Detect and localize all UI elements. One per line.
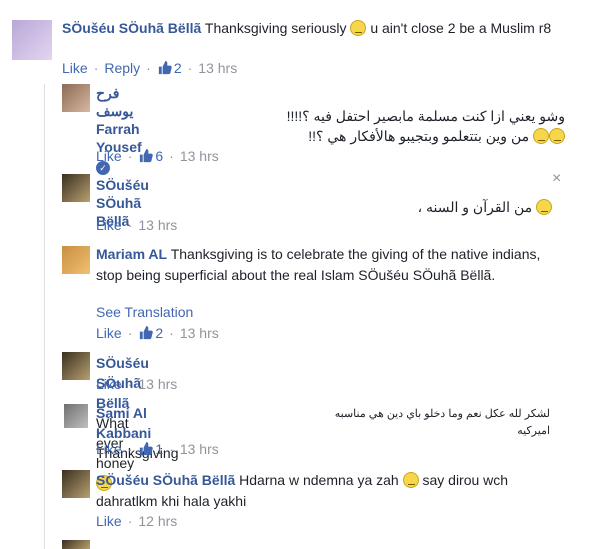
thumbs-up-icon (140, 325, 154, 340)
comment-text: Hdarna w ndemna ya zah (239, 472, 399, 488)
comment-meta: Like · 13 hrs (96, 217, 178, 233)
like-count[interactable]: 1 (155, 441, 163, 457)
avatar[interactable] (62, 246, 90, 274)
comment-text: وشو يعني ازا كنت مسلمة مابصير احتفل فيه … (240, 106, 565, 146)
comment-meta: Like · 6 · 13 hrs (96, 148, 219, 164)
timestamp[interactable]: 13 hrs (138, 217, 177, 233)
comment-text: Thanksgiving seriously (204, 20, 347, 36)
comment-body: SÖušéu SÖuhã Bëllã Hdarna w ndemna ya za… (96, 470, 566, 512)
flushed-emoji-icon (533, 128, 549, 144)
avatar[interactable] (12, 20, 52, 60)
timestamp[interactable]: 13 hrs (180, 441, 219, 457)
comment-author-arabic[interactable]: فرح يوسف (96, 85, 133, 119)
comment-text-arabic: لشكر لله عكل نعم وما دخلو باي دين هي منا… (334, 408, 550, 437)
timestamp[interactable]: 13 hrs (180, 148, 219, 164)
comment-body: SÖušéu SÖuhã Bëllã Thanksgiving seriousl… (62, 18, 582, 38)
comment-author[interactable]: SÖušéu SÖuhã Bëllã (62, 20, 201, 36)
comment-meta: Like · 2 · 13 hrs (96, 325, 219, 341)
avatar[interactable] (62, 470, 90, 498)
thumbs-up-icon (140, 148, 154, 163)
comment-text-line2-row: من وين بتتعلمو وبتجيبو هالأفكار هي ؟!! (240, 126, 565, 146)
unamused-emoji-icon (402, 472, 419, 488)
avatar[interactable] (62, 174, 90, 202)
see-translation-row: See Translation (96, 304, 193, 320)
like-link[interactable]: Like (96, 148, 122, 164)
like-count[interactable]: 2 (155, 325, 163, 341)
avatar[interactable] (62, 540, 90, 549)
timestamp[interactable]: 13 hrs (198, 60, 237, 76)
comment-author[interactable]: Sami Al Kabbani (96, 405, 151, 441)
comment-meta: Like · 12 hrs (96, 513, 178, 529)
like-link[interactable]: Like (96, 217, 122, 233)
avatar[interactable] (62, 352, 90, 380)
timestamp[interactable]: 13 hrs (180, 325, 219, 341)
comment-text-line2: من وين بتتعلمو وبتجيبو هالأفكار هي ؟!! (308, 128, 530, 144)
like-link[interactable]: Like (62, 60, 88, 76)
like-link[interactable]: Like (96, 513, 122, 529)
thumbs-up-icon (140, 441, 154, 456)
relieved-emoji-icon (549, 128, 565, 144)
comment-meta: Like · Reply · 2 · 13 hrs (62, 60, 238, 76)
comment-text: من القرآن و السنه ، (417, 199, 533, 215)
thumbs-up-icon (158, 60, 172, 75)
see-translation-link[interactable]: See Translation (96, 304, 193, 320)
close-icon[interactable]: × (552, 170, 561, 188)
comment-text-after: u ain't close 2 be a Muslim r8 (370, 20, 552, 36)
comment-meta: Like · 13 hrs (96, 376, 178, 392)
comment-meta: Like · 1 · 13 hrs (96, 441, 219, 457)
comment-text-line1: وشو يعني ازا كنت مسلمة مابصير احتفل فيه … (286, 108, 565, 124)
comment-body: Mariam AL Thanksgiving is to celebrate t… (96, 244, 566, 286)
unamused-emoji-icon (350, 20, 367, 36)
like-count[interactable]: 6 (155, 148, 163, 164)
like-count[interactable]: 2 (174, 60, 182, 76)
avatar[interactable] (64, 404, 88, 428)
comment-author[interactable]: Mariam AL (96, 246, 167, 262)
like-link[interactable]: Like (96, 325, 122, 341)
comment-author[interactable]: SÖušéu SÖuhã Bëllã (96, 472, 235, 488)
like-link[interactable]: Like (96, 376, 122, 392)
avatar[interactable] (62, 84, 90, 112)
like-link[interactable]: Like (96, 441, 122, 457)
smile-emoji-icon (536, 199, 552, 215)
reply-link[interactable]: Reply (104, 60, 140, 76)
thread-line (44, 84, 45, 549)
timestamp[interactable]: 12 hrs (138, 513, 177, 529)
comment-text-row: من القرآن و السنه ، (320, 197, 552, 217)
timestamp[interactable]: 13 hrs (138, 376, 177, 392)
